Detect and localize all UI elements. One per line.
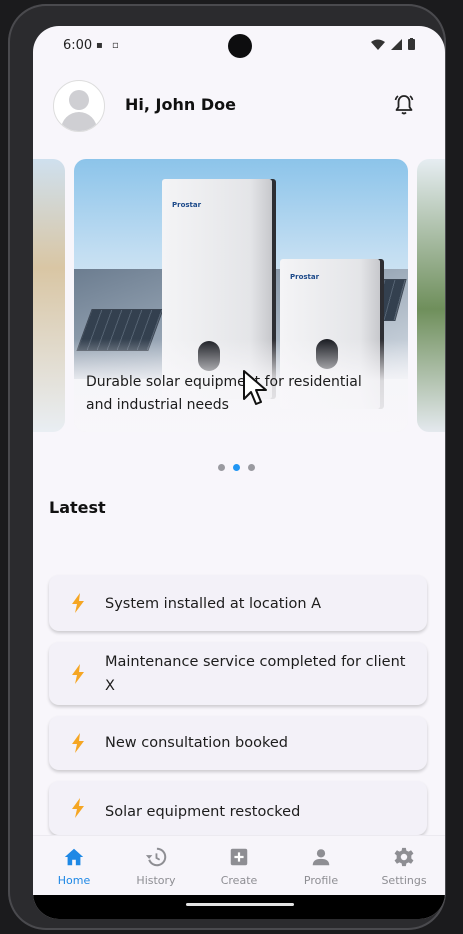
nav-label: Profile xyxy=(303,874,339,887)
gear-icon xyxy=(394,847,414,867)
list-item[interactable]: System installed at location A xyxy=(49,575,427,631)
list-item-text: New consultation booked xyxy=(105,735,288,751)
nav-item-create[interactable]: Create xyxy=(204,846,274,887)
battery-icon xyxy=(408,38,415,50)
carousel-slide-current[interactable]: Prostar Prostar Durable solar equipment … xyxy=(74,159,408,432)
nav-item-home[interactable]: Home xyxy=(39,846,109,887)
history-icon xyxy=(145,847,167,867)
latest-list: System installed at location A Maintenan… xyxy=(49,575,429,846)
list-item-text: System installed at location A xyxy=(105,596,322,612)
bolt-icon xyxy=(72,798,84,818)
bolt-icon xyxy=(72,733,84,753)
system-gesture-bar xyxy=(33,895,445,919)
bottom-navigation: Home History Create Profile Settings xyxy=(33,835,445,896)
nav-item-history[interactable]: History xyxy=(121,846,191,887)
list-item[interactable]: New consultation booked xyxy=(49,716,427,770)
add-box-icon xyxy=(230,848,248,866)
nav-item-profile[interactable]: Profile xyxy=(286,846,356,887)
status-bar: 6:00 ▪ ▫ xyxy=(33,26,445,64)
avatar[interactable] xyxy=(53,80,105,132)
carousel-dot-active[interactable] xyxy=(233,464,240,471)
banner-carousel[interactable]: Prostar Prostar Durable solar equipment … xyxy=(33,159,445,433)
app-header: Hi, John Doe xyxy=(33,78,445,134)
nav-label: Home xyxy=(57,874,91,887)
notification-icons: ▪ ▫ xyxy=(96,40,122,51)
avatar-body xyxy=(61,112,97,131)
signal-icon xyxy=(391,39,403,50)
phone-frame: 6:00 ▪ ▫ Hi, John Doe Prostar Prostar Du… xyxy=(8,4,446,930)
carousel-slide-next[interactable] xyxy=(417,159,445,432)
carousel-dot[interactable] xyxy=(218,464,225,471)
list-item-text: Maintenance service completed for client… xyxy=(105,654,406,694)
system-icons xyxy=(371,38,415,53)
list-item[interactable]: Solar equipment restocked xyxy=(49,781,427,835)
list-item-text: Solar equipment restocked xyxy=(105,804,301,820)
carousel-dot[interactable] xyxy=(248,464,255,471)
avatar-head xyxy=(69,90,89,110)
bolt-icon xyxy=(72,593,84,613)
nav-label: Settings xyxy=(381,874,427,887)
greeting: Hi, John Doe xyxy=(125,95,236,114)
mouse-cursor-icon xyxy=(243,370,267,405)
inverter-brand: Prostar xyxy=(290,273,320,281)
latest-section-title: Latest xyxy=(49,498,106,517)
list-item[interactable]: Maintenance service completed for client… xyxy=(49,642,427,705)
person-icon xyxy=(312,849,330,866)
nav-label: Create xyxy=(220,874,258,887)
wifi-icon xyxy=(371,39,386,50)
status-time: 6:00 xyxy=(63,38,93,53)
bolt-icon xyxy=(72,663,84,684)
nav-label: History xyxy=(136,874,176,887)
home-icon xyxy=(64,848,84,866)
notification-bell-icon[interactable] xyxy=(392,93,416,117)
inverter-brand: Prostar xyxy=(172,201,202,209)
home-indicator[interactable] xyxy=(186,903,294,906)
app-screen: 6:00 ▪ ▫ Hi, John Doe Prostar Prostar Du… xyxy=(33,26,445,919)
front-camera xyxy=(228,34,252,58)
banner-caption: Durable solar equipment for residential … xyxy=(86,374,362,413)
carousel-indicator xyxy=(218,456,263,471)
carousel-slide-previous[interactable] xyxy=(33,159,65,432)
nav-item-settings[interactable]: Settings xyxy=(369,846,439,887)
